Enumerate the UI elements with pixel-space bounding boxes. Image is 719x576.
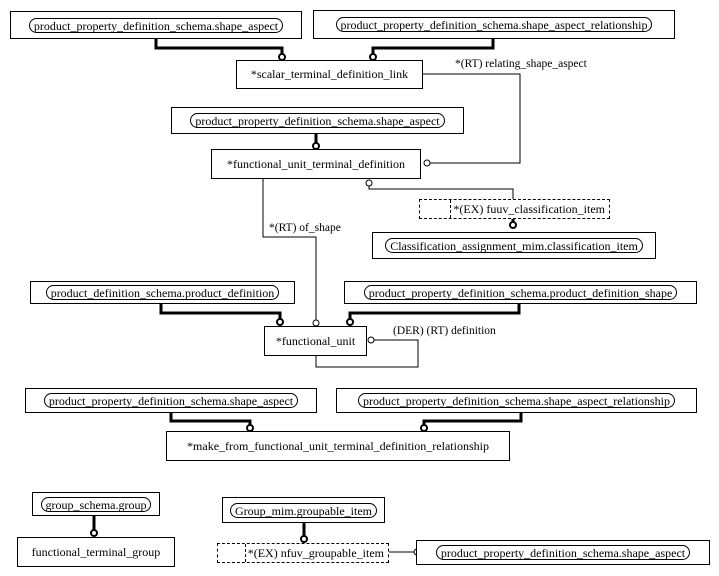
- entity-shape-aspect-bottom[interactable]: product_property_definition_schema.shape…: [416, 540, 710, 565]
- line-sar-to-scalar: [371, 39, 495, 55]
- entity-label: product_property_definition_schema.shape…: [335, 17, 653, 32]
- entity-scalar-terminal-definition-link[interactable]: *scalar_terminal_definition_link: [236, 60, 423, 89]
- entity-label: product_property_definition_schema.shape…: [435, 545, 691, 560]
- entity-label: *(EX) nfuv_groupable_item: [244, 544, 384, 562]
- entity-label: group_schema.group: [40, 496, 152, 512]
- line-pd-to-fu: [159, 304, 282, 320]
- end-circle-icon: [365, 179, 373, 187]
- line-salow-to-make: [169, 413, 252, 427]
- line-sarlow-to-make: [422, 413, 523, 427]
- entity-shape-aspect-relationship-top[interactable]: product_property_definition_schema.shape…: [313, 10, 675, 39]
- select-nfuv-groupable-item[interactable]: *(EX) nfuv_groupable_item: [217, 543, 389, 563]
- entity-groupable-item[interactable]: Group_mim.groupable_item: [222, 497, 385, 523]
- select-fuuv-classification-item[interactable]: *(EX) fuuv_classification_item: [419, 199, 610, 219]
- relation-label-definition: (DER) (RT) definition: [393, 325, 496, 337]
- entity-label: product_definition_schema.product_defini…: [45, 285, 280, 300]
- end-circle-icon: [423, 159, 431, 167]
- entity-shape-aspect-top[interactable]: product_property_definition_schema.shape…: [10, 11, 302, 39]
- entity-label: product_property_definition_schema.shape…: [190, 113, 445, 128]
- entity-functional-unit-terminal-definition[interactable]: *functional_unit_terminal_definition: [211, 149, 421, 179]
- entity-shape-aspect-low[interactable]: product_property_definition_schema.shape…: [25, 388, 317, 413]
- line-sa-to-scalar: [154, 39, 284, 55]
- end-circle-icon: [90, 529, 98, 537]
- line-futd-to-fuuv: [368, 185, 514, 199]
- entity-label: functional_terminal_group: [31, 544, 161, 559]
- entity-label: *functional_unit_terminal_definition: [227, 156, 405, 171]
- entity-label: *(EX) fuuv_classification_item: [450, 200, 605, 218]
- entity-classification-item[interactable]: Classification_assignment_mim.classifica…: [372, 232, 656, 259]
- entity-functional-unit[interactable]: *functional_unit: [264, 326, 367, 356]
- entity-label: *make_from_functional_unit_terminal_defi…: [187, 438, 489, 453]
- entity-label: product_property_definition_schema.produ…: [363, 285, 678, 300]
- entity-label: product_property_definition_schema.shape…: [358, 393, 675, 408]
- end-circle-icon: [509, 221, 517, 229]
- entity-functional-terminal-group[interactable]: functional_terminal_group: [17, 537, 175, 567]
- entity-make-from-relationship[interactable]: *make_from_functional_unit_terminal_defi…: [166, 431, 510, 461]
- entity-label: *scalar_terminal_definition_link: [250, 67, 409, 81]
- entity-label: product_property_definition_schema.shape…: [43, 393, 299, 408]
- entity-label: product_property_definition_schema.shape…: [28, 17, 284, 33]
- relation-label-of-shape: *(RT) of_shape: [269, 222, 341, 234]
- entity-group[interactable]: group_schema.group: [32, 492, 160, 516]
- entity-label: Classification_assignment_mim.classifica…: [385, 238, 643, 253]
- relation-label-relating-shape-aspect: *(RT) relating_shape_aspect: [455, 58, 587, 70]
- line-pds-to-fu: [348, 304, 521, 320]
- entity-product-definition-shape[interactable]: product_property_definition_schema.produ…: [344, 281, 697, 304]
- end-circle-icon: [346, 318, 354, 326]
- entity-label: *functional_unit: [275, 333, 356, 348]
- entity-shape-aspect-mid[interactable]: product_property_definition_schema.shape…: [171, 107, 464, 134]
- entity-label: Group_mim.groupable_item: [230, 502, 377, 518]
- end-circle-icon: [300, 535, 308, 543]
- end-circle-icon: [367, 336, 375, 344]
- entity-shape-aspect-relationship-low[interactable]: product_property_definition_schema.shape…: [336, 388, 697, 413]
- entity-product-definition[interactable]: product_definition_schema.product_defini…: [30, 281, 295, 304]
- end-circle-icon: [276, 318, 284, 326]
